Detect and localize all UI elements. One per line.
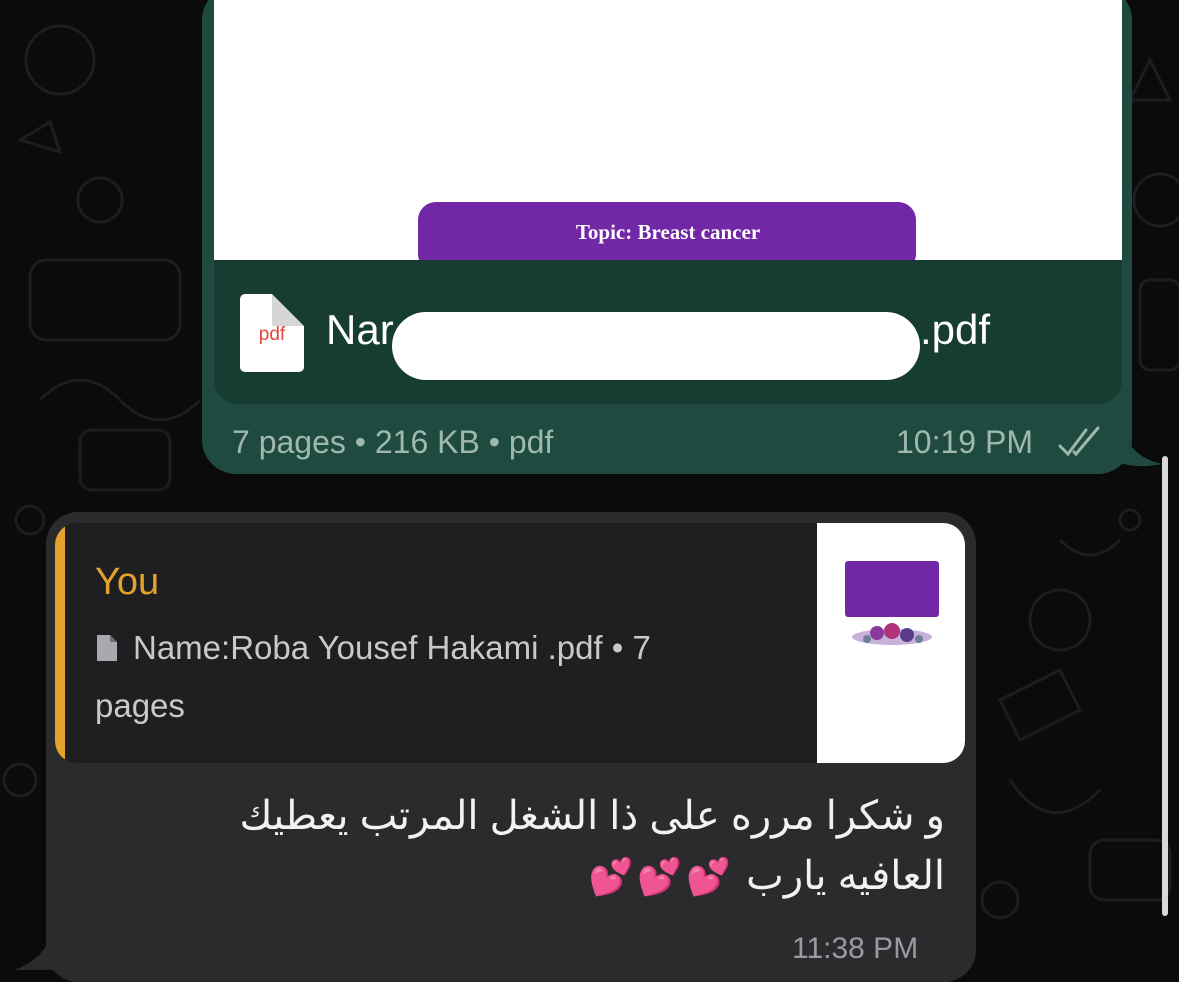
document-info-row[interactable]: pdf Nar .pdf — [214, 260, 1122, 404]
pdf-icon-label: pdf — [258, 324, 286, 345]
flower-decoration — [852, 623, 932, 645]
page-fold — [272, 294, 304, 326]
quote-file-text: Name:Roba Yousef Hakami .pdf • 7 — [133, 629, 651, 666]
document-card[interactable]: Topic: Breast cancer pdf Nar .pdf — [214, 0, 1122, 404]
document-meta: 7 pages • 216 KB • pdf — [232, 424, 554, 460]
quoted-message[interactable]: You Name:Roba Yousef Hakami .pdf • 7 pag… — [55, 523, 965, 763]
thumbnail-banner — [845, 561, 939, 617]
quote-thumbnail — [817, 523, 965, 763]
scrollbar[interactable] — [1162, 456, 1168, 916]
quote-sender: You — [95, 561, 160, 603]
quote-accent-bar — [55, 523, 65, 763]
pdf-file-icon: pdf — [240, 294, 304, 372]
outgoing-timestamp: 10:19 PM — [896, 424, 1033, 460]
redaction-overlay — [392, 312, 920, 380]
double-check-icon — [1058, 426, 1100, 457]
document-preview[interactable]: Topic: Breast cancer — [214, 0, 1122, 260]
file-name-start: Nar — [326, 306, 394, 353]
quote-file-line-2: pages — [95, 687, 185, 724]
message-text: و شكرا مرره على ذا الشغل المرتب يعطيك ال… — [145, 786, 945, 907]
incoming-timestamp: 11:38 PM — [792, 932, 919, 965]
topic-title: Topic: Breast cancer — [575, 220, 761, 244]
file-name-end: .pdf — [920, 306, 991, 353]
hearts-emoji: 💕💕💕 — [588, 856, 736, 897]
quote-file-line: Name:Roba Yousef Hakami .pdf • 7 — [95, 629, 651, 667]
